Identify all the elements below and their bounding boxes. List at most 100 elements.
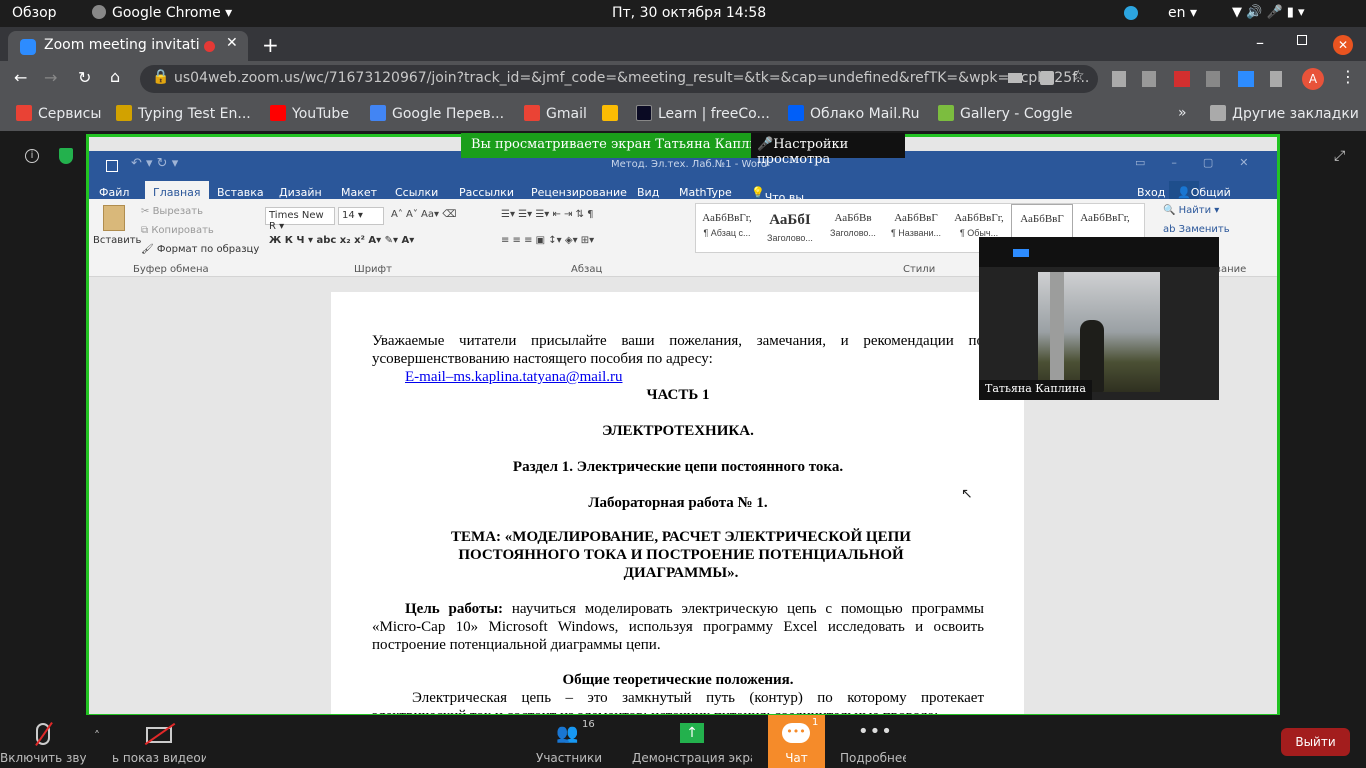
system-tray-icons[interactable]: ▼ 🔊 🎤 ▮ ▾ [1232, 5, 1305, 20]
tab-file[interactable]: Файл [99, 186, 129, 199]
apps-icon [16, 105, 32, 121]
lock-icon: 🔒 [152, 69, 170, 85]
style-1[interactable]: АаБбI Заголово... [759, 204, 821, 252]
profile-avatar[interactable]: A [1302, 68, 1324, 90]
video-top-strip [979, 237, 1219, 267]
unmute-button[interactable]: Включить звук [0, 715, 86, 768]
typing-test-icon [116, 105, 132, 121]
theory-paragraph: Электрическая цепь – это замкнутый путь … [372, 690, 984, 717]
style-3[interactable]: АаБбВвГ ¶ Названи... [885, 204, 947, 252]
clock[interactable]: Пт, 30 октября 14:58 [612, 5, 766, 21]
chrome-menu-icon[interactable]: ⋮ [1340, 67, 1356, 86]
tab-insert[interactable]: Вставка [217, 186, 264, 199]
save-icon[interactable] [106, 160, 118, 172]
recording-icon [204, 41, 215, 52]
zoom-meeting: i ⤢ ↶ ▾ ↻ ▾ Метод. Эл.тех. Лаб.№1 - Word… [0, 131, 1366, 768]
bookmark-coggle[interactable]: Gallery - Coggle [938, 105, 1072, 122]
new-tab-button[interactable]: + [262, 33, 279, 57]
bookmark-drive[interactable] [602, 105, 624, 122]
browser-tab[interactable]: Zoom meeting invitati ✕ [8, 31, 248, 61]
overview-button[interactable]: Обзор [12, 5, 57, 21]
bookmark-youtube[interactable]: YouTube [270, 105, 349, 122]
tab-references[interactable]: Ссылки [395, 186, 438, 199]
bookmark-mail-cloud[interactable]: Облако Mail.Ru [788, 105, 920, 122]
view-toggle-icon[interactable] [1013, 249, 1029, 257]
tab-review[interactable]: Рецензирование [531, 186, 627, 199]
app-menu[interactable]: Google Chrome ▾ [92, 5, 232, 21]
tab-view[interactable]: Вид [637, 186, 659, 199]
telegram-icon[interactable] [1124, 6, 1138, 20]
more-button[interactable]: ••• Подробнее [840, 715, 906, 768]
copy-button[interactable]: ⧉ Копировать [141, 225, 214, 236]
tell-me-box[interactable]: 💡 Что вы хотите сделать? [751, 186, 818, 230]
window-controls[interactable]: ▭–▢✕ [1135, 156, 1275, 169]
style-2[interactable]: АаБбВв Заголово... [822, 204, 884, 252]
other-bookmarks[interactable]: Другие закладки [1210, 105, 1359, 122]
style-0[interactable]: АаБбВвГг, ¶ Абзац с... [696, 204, 758, 252]
participants-button[interactable]: 👥 16 Участники [536, 715, 602, 768]
keyboard-layout[interactable]: en ▾ [1168, 5, 1197, 21]
sign-in-link[interactable]: Вход [1137, 186, 1165, 199]
tab-mathtype[interactable]: MathType [679, 186, 732, 199]
tab-layout[interactable]: Макет [341, 186, 377, 199]
tab-strip: Zoom meeting invitati ✕ + – ✕ [0, 27, 1366, 61]
audio-options-chevron[interactable]: ˄ [94, 729, 100, 743]
maximize-button[interactable] [1297, 35, 1307, 45]
star-icon[interactable]: ☆ [1072, 68, 1085, 84]
find-button[interactable]: 🔍 Найти ▾ [1163, 205, 1219, 216]
tab-mailings[interactable]: Рассылки [459, 186, 514, 199]
info-icon[interactable]: i [25, 149, 39, 163]
bookmark-services[interactable]: Сервисы [16, 105, 101, 122]
format-painter-button[interactable]: 🖌 Формат по образцу [141, 244, 259, 255]
translate-icon[interactable] [1040, 71, 1054, 85]
participant-video-tile[interactable]: Татьяна Каплина [979, 237, 1219, 400]
shield-icon[interactable] [59, 148, 73, 164]
subject-heading: ЭЛЕКТРОТЕХНИКА. [602, 423, 754, 439]
back-icon[interactable]: ← [14, 68, 27, 87]
bookmark-typing-test[interactable]: Typing Test En... [116, 105, 251, 122]
address-bar[interactable]: 🔒 us04web.zoom.us/wc/71673120967/join?tr… [140, 65, 1098, 93]
paragraph-buttons[interactable]: ☰▾ ☰▾ ☰▾ ⇤ ⇥ ⇅ ¶ [501, 209, 594, 220]
gnome-top-bar: Обзор Google Chrome ▾ Пт, 30 октября 14:… [0, 0, 1366, 27]
share-screen-button[interactable]: ↑ Демонстрация экрана [632, 715, 752, 768]
youtube-icon [270, 105, 286, 121]
extension-icons[interactable] [1112, 71, 1282, 87]
viewing-banner: Вы просматриваете экран Татьяна Каплина … [461, 133, 905, 167]
home-icon[interactable]: ⌂ [110, 67, 120, 86]
more-bookmarks-icon[interactable]: » [1178, 105, 1187, 121]
start-video-button[interactable]: ь показ видеоизоб [112, 715, 206, 768]
bookmark-google-translate[interactable]: Google Перев... [370, 105, 504, 122]
document-page[interactable]: Уважаемые читатели присылайте ваши пожел… [331, 292, 1024, 717]
chat-button[interactable]: ••• 1 Чат [768, 715, 825, 768]
alignment-buttons[interactable]: ≡ ≡ ≡ ▣ ↕▾ ◈▾ ⊞▾ [501, 235, 594, 246]
bookmark-freecodecamp[interactable]: Learn | freeCo... [636, 105, 770, 122]
font-tools[interactable]: A˄ A˅ Aa▾ ⌫ [391, 209, 456, 220]
participants-icon: 👥 [556, 723, 579, 744]
paste-icon[interactable] [103, 205, 125, 231]
close-tab-icon[interactable]: ✕ [226, 35, 238, 51]
font-group-label: Шрифт [354, 264, 392, 275]
forward-icon[interactable]: → [44, 68, 57, 87]
cut-button[interactable]: ✂ Вырезать [141, 206, 203, 217]
font-format-buttons[interactable]: Ж К Ч ▾ abc x₂ x² A▾ ✎▾ A▾ [269, 235, 414, 246]
meeting-toolbar: Включить звук ˄ ь показ видеоизоб 👥 16 У… [0, 715, 1366, 768]
minimize-button[interactable]: – [1256, 33, 1264, 52]
tab-design[interactable]: Дизайн [279, 186, 322, 199]
fullscreen-icon[interactable]: ⤢ [1334, 148, 1345, 164]
zoom-favicon-icon [20, 39, 36, 55]
undo-icon[interactable]: ↶ ▾ ↻ ▾ [131, 156, 178, 171]
email-link[interactable]: E-mail–ms.kaplina.tatyana@mail.ru [405, 368, 1017, 386]
bookmark-gmail[interactable]: Gmail [524, 105, 587, 122]
leave-button[interactable]: Выйти [1281, 728, 1350, 756]
shared-screen: ↶ ▾ ↻ ▾ Метод. Эл.тех. Лаб.№1 - Word ▭–▢… [86, 134, 1280, 717]
banner-settings-dropdown[interactable]: 🎤Настройки просмотра [751, 133, 905, 167]
cloud-icon [788, 105, 804, 121]
replace-button[interactable]: ab Заменить [1163, 224, 1230, 235]
share-screen-icon: ↑ [680, 723, 704, 743]
font-size-select[interactable]: 14 ▾ [338, 207, 384, 225]
reload-icon[interactable]: ↻ [78, 68, 91, 87]
paste-button[interactable]: Вставить [93, 235, 141, 246]
close-window-button[interactable]: ✕ [1333, 35, 1353, 55]
font-name-select[interactable]: Times New R ▾ [265, 207, 335, 232]
camera-blocked-icon[interactable] [1008, 73, 1022, 83]
